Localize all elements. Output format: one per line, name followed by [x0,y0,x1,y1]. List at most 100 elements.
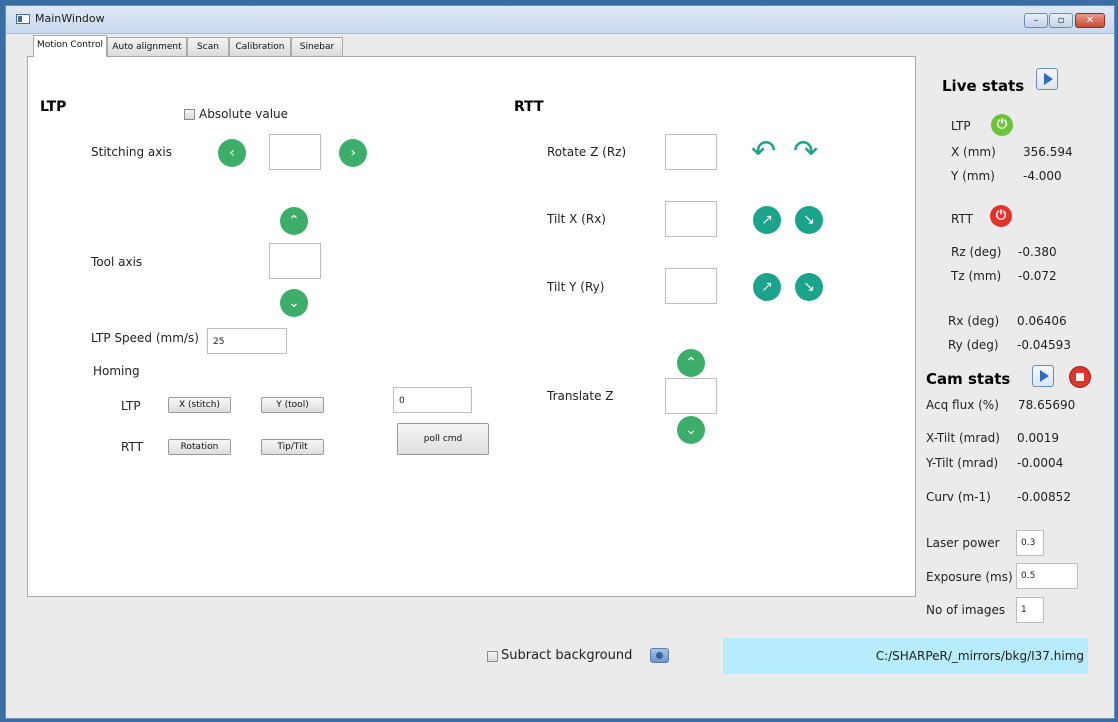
tilt-x-label: Tilt X (Rx) [547,212,606,226]
tab-motion-control[interactable]: Motion Control [33,35,107,57]
translate-z-label: Translate Z [547,389,614,403]
curv-label: Curv (m-1) [926,490,991,504]
tool-down-button[interactable]: ⌄ [280,289,308,317]
cam-stats-heading: Cam stats [926,370,1011,388]
rx-deg-label: Rx (deg) [948,314,1000,328]
chevron-down-icon: ⌄ [685,422,697,438]
absolute-value-checkbox[interactable] [184,109,195,120]
homing-rtt-label: RTT [121,440,143,454]
translate-z-input[interactable] [665,378,717,414]
stop-icon [1076,373,1084,381]
window-title: MainWindow [35,12,105,25]
title-bar: MainWindow – ▫ ✕ [6,6,1114,34]
homing-ltp-label: LTP [121,399,141,413]
live-rtt-label: RTT [951,212,973,226]
subtract-background-checkbox[interactable] [487,651,498,662]
tab-sinebar[interactable]: Sinebar [291,37,343,56]
rtt-heading: RTT [514,99,544,115]
chevron-up-icon: ⌃ [288,213,300,229]
no-of-images-input[interactable]: 1 [1016,597,1044,623]
x-tilt-value: 0.0019 [1017,431,1059,445]
exposure-label: Exposure (ms) [926,570,1013,584]
rz-deg-value: -0.380 [1018,245,1057,259]
tz-mm-value: -0.072 [1018,269,1057,283]
rz-deg-label: Rz (deg) [951,245,1002,259]
camera-lens-icon [656,652,663,659]
minimize-button[interactable]: – [1024,13,1048,28]
ltp-power-icon[interactable]: ⏻ [991,114,1013,136]
background-path-display: C:/SHARPeR/_mirrors/bkg/I37.himg [723,638,1088,674]
y-tilt-value: -0.0004 [1017,456,1064,470]
arrow-down-right-icon: ↘ [803,212,815,228]
tool-axis-label: Tool axis [91,255,143,269]
tilt-y-label: Tilt Y (Ry) [547,280,605,294]
home-x-stitch-button[interactable]: X (stitch) [168,397,231,413]
curv-value: -0.00852 [1017,490,1071,504]
tab-auto-alignment[interactable]: Auto alignment [107,37,187,56]
arrow-up-right-icon: ↗ [761,279,773,295]
tool-up-button[interactable]: ⌃ [280,207,308,235]
rotate-cw-button[interactable]: ↷ [793,137,818,167]
cam-stop-button[interactable] [1069,366,1091,388]
rx-deg-value: 0.06406 [1017,314,1067,328]
tilt-x-input[interactable] [665,201,717,237]
tab-calibration[interactable]: Calibration [229,37,291,56]
tab-scan[interactable]: Scan [187,37,229,56]
redo-arrow-icon: ↷ [793,134,819,169]
chevron-up-icon: ⌃ [685,355,697,371]
tz-mm-label: Tz (mm) [951,269,1002,283]
ltp-speed-input[interactable]: 25 [207,328,287,354]
tilt-x-minus-button[interactable]: ↘ [795,206,823,234]
subtract-background-label: Subract background [501,648,633,663]
tilt-y-plus-button[interactable]: ↗ [753,273,781,301]
x-mm-value: 356.594 [1023,145,1073,159]
y-mm-value: -4.000 [1023,169,1062,183]
home-y-tool-button[interactable]: Y (tool) [261,397,324,413]
chevron-right-icon: › [350,145,356,161]
undo-arrow-icon: ↶ [751,134,777,169]
motion-control-panel [27,56,916,597]
y-tilt-label: Y-Tilt (mrad) [926,456,999,470]
live-ltp-label: LTP [951,119,971,133]
cam-stats-play-button[interactable] [1032,365,1054,387]
ltp-speed-label: LTP Speed (mm/s) [91,331,199,345]
close-button[interactable]: ✕ [1075,13,1105,28]
stitching-axis-input[interactable] [269,134,321,170]
translate-z-down-button[interactable]: ⌄ [677,416,705,444]
home-rotation-button[interactable]: Rotation [168,439,231,455]
x-mm-label: X (mm) [951,145,996,159]
homing-label: Homing [93,364,140,378]
camera-icon[interactable] [650,648,669,663]
tilt-x-plus-button[interactable]: ↗ [753,206,781,234]
x-tilt-label: X-Tilt (mrad) [926,431,1000,445]
live-stats-play-button[interactable] [1036,68,1058,90]
stitch-right-button[interactable]: › [339,139,367,167]
ry-deg-value: -0.04593 [1017,338,1071,352]
rotate-z-input[interactable] [665,134,717,170]
tool-axis-input[interactable] [269,243,321,279]
command-input[interactable]: 0 [393,387,472,413]
arrow-down-right-icon: ↘ [803,279,815,295]
app-window-icon [16,14,30,24]
rotate-ccw-button[interactable]: ↶ [751,137,776,167]
ltp-heading: LTP [40,99,67,115]
laser-power-label: Laser power [926,536,1000,550]
tilt-y-input[interactable] [665,268,717,304]
exposure-input[interactable]: 0.5 [1016,563,1078,589]
poll-cmd-button[interactable]: poll cmd [397,423,489,455]
absolute-value-label: Absolute value [199,107,289,121]
stitch-left-button[interactable]: ‹ [218,139,246,167]
acq-flux-value: 78.65690 [1018,398,1076,412]
rtt-power-icon[interactable]: ⏻ [990,205,1012,227]
chevron-down-icon: ⌄ [288,295,300,311]
translate-z-up-button[interactable]: ⌃ [677,349,705,377]
maximize-button[interactable]: ▫ [1049,13,1073,28]
stitching-axis-label: Stitching axis [91,145,172,159]
chevron-left-icon: ‹ [229,145,235,161]
live-stats-heading: Live stats [942,77,1025,95]
laser-power-input[interactable]: 0.3 [1016,530,1044,556]
tilt-y-minus-button[interactable]: ↘ [795,273,823,301]
home-tip-tilt-button[interactable]: Tip/Tilt [261,439,324,455]
rotate-z-label: Rotate Z (Rz) [547,145,627,159]
acq-flux-label: Acq flux (%) [926,398,999,412]
